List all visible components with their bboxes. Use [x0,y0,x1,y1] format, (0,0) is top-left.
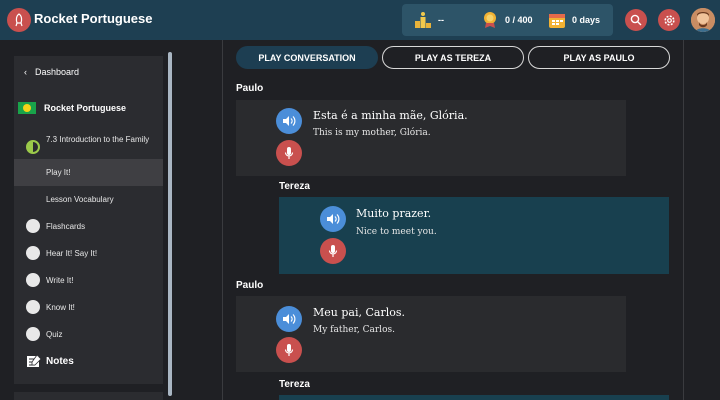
headphones-icon [26,246,40,260]
quiz-icon [26,327,40,341]
record-button[interactable] [276,140,302,166]
course-header[interactable]: Rocket Portuguese [18,102,126,114]
streak-value: 0 days [572,15,601,25]
medal-icon [484,12,496,28]
pencil-icon [26,273,40,287]
conversation-line: Muito prazer. Nice to meet you. [279,197,669,274]
conversation-line: Meu pai, Carlos. My father, Carlos. [236,296,626,372]
calendar-icon [549,14,565,28]
record-button[interactable] [276,337,302,363]
points-value: 0 / 400 [505,15,533,25]
podium-icon [415,12,431,28]
conversation-line [279,395,669,400]
rank-stat[interactable]: -- [414,4,444,36]
tab-play-as-tereza[interactable]: PLAY AS TEREZA [382,46,524,69]
course-title: Rocket Portuguese [44,103,127,113]
sidebar-item-play-it[interactable]: Play It! [14,159,163,186]
brazil-flag-icon [18,102,36,114]
chevron-left-icon: ‹ [24,67,27,77]
gear-icon [663,14,675,26]
sidebar-item-label: Lesson Vocabulary [46,195,114,204]
english-translation: This is my mother, Glória. [313,128,431,138]
sidebar-item-label: Flashcards [46,222,86,231]
dashboard-label: Dashboard [35,67,80,77]
sidebar-lesson[interactable]: 7.3 Introduction to the Family [14,134,163,160]
sidebar-item-write-it[interactable]: Write It! [14,267,163,294]
search-icon [630,14,642,26]
sidebar-scrollbar[interactable] [168,52,172,396]
sidebar-item-label: Write It! [46,276,74,285]
play-audio-button[interactable] [276,306,302,332]
sidebar-item-quiz[interactable]: Quiz [14,321,163,348]
speaker-icon [327,214,340,224]
sidebar-item-label: Play It! [46,168,71,177]
settings-button[interactable] [658,9,680,31]
sidebar-item-notes[interactable]: Notes [14,348,163,375]
speaker-name: Tereza [279,379,310,390]
stats-panel: -- 0 / 400 0 days [402,4,613,36]
sidebar-item-know-it[interactable]: Know It! [14,294,163,321]
streak-stat[interactable]: 0 days [548,4,600,36]
content-border-left [222,40,223,400]
play-audio-button[interactable] [320,206,346,232]
speaker-icon [283,116,296,126]
speaker-icon [283,314,296,324]
sidebar-item-flashcards[interactable]: Flashcards [14,213,163,240]
sidebar-item-lesson-vocabulary[interactable]: Lesson Vocabulary [14,186,163,213]
sidebar-item-label: Quiz [46,330,63,339]
rank-value: -- [438,15,444,25]
speaker-name: Paulo [236,83,264,94]
tab-play-as-paulo[interactable]: PLAY AS PAULO [528,46,670,69]
notes-icon [27,354,42,367]
flashcards-icon [26,219,40,233]
speaker-name: Paulo [236,280,264,291]
content-border-right [683,40,684,400]
portuguese-text: Esta é a minha mãe, Glória. [313,109,468,122]
microphone-icon [328,245,338,257]
sidebar-item-label: Hear It! Say It! [46,249,98,258]
dashboard-link[interactable]: ‹ Dashboard [14,56,163,88]
lightbulb-icon [26,300,40,314]
microphone-icon [284,147,294,159]
rocket-logo-icon[interactable] [7,8,31,32]
conversation-line: Esta é a minha mãe, Glória. This is my m… [236,100,626,176]
speaker-name: Tereza [279,181,310,192]
notes-label: Notes [46,356,74,367]
lesson-sidebar: ‹ Dashboard Rocket Portuguese 7.3 Introd… [14,56,163,384]
lesson-title: 7.3 Introduction to the Family [46,135,150,144]
english-translation: Nice to meet you. [356,227,437,237]
microphone-icon [284,344,294,356]
portuguese-text: Muito prazer. [356,207,432,220]
sidebar-item-label: Know It! [46,303,75,312]
search-button[interactable] [625,9,647,31]
points-stat[interactable]: 0 / 400 [481,4,533,36]
english-translation: My father, Carlos. [313,325,395,335]
top-header: Rocket Portuguese -- 0 / 400 0 days [0,0,720,40]
play-audio-button[interactable] [276,108,302,134]
brand-title[interactable]: Rocket Portuguese [34,11,152,26]
portuguese-text: Meu pai, Carlos. [313,306,405,319]
progress-circle-icon [26,140,40,154]
record-button[interactable] [320,238,346,264]
sidebar-item-hear-it-say-it[interactable]: Hear It! Say It! [14,240,163,267]
tab-play-conversation[interactable]: PLAY CONVERSATION [236,46,378,69]
user-avatar[interactable] [691,8,715,32]
sidebar-next-section [14,392,163,400]
